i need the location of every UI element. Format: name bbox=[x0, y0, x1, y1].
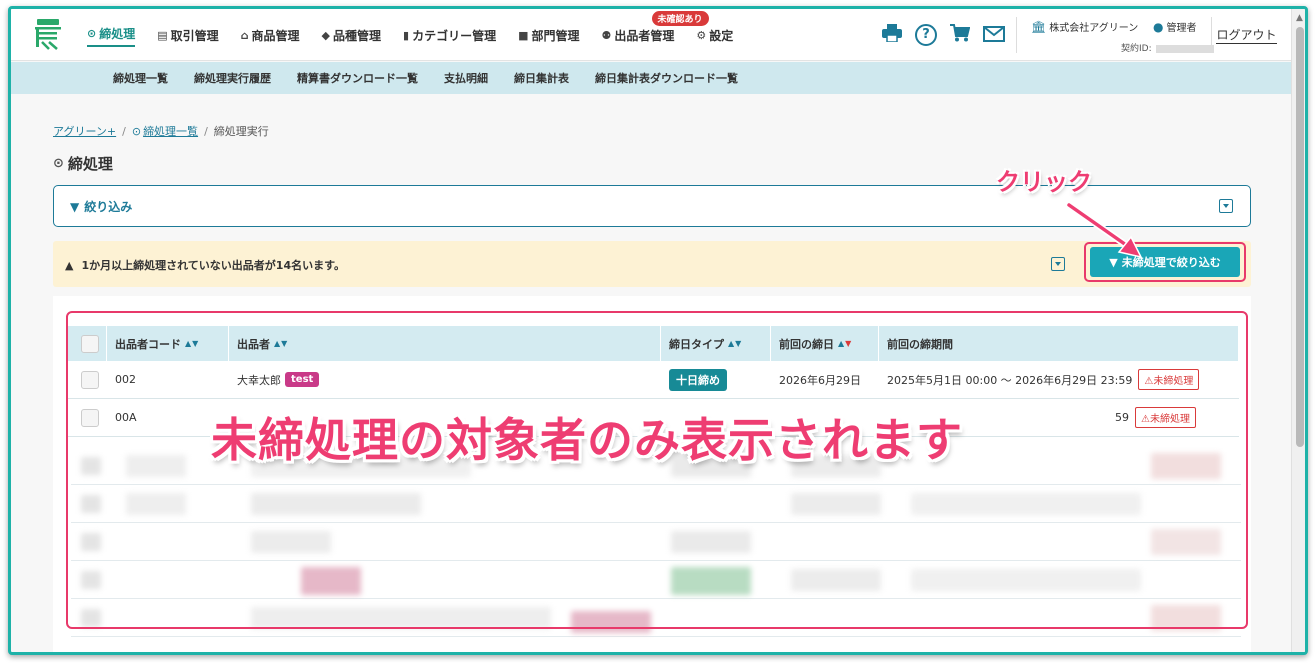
subnav-payment-details[interactable]: 支払明細 bbox=[444, 70, 488, 86]
main-annotation: 未締処理の対象者のみ表示されます bbox=[211, 413, 963, 467]
alert-message: ▲ 1か月以上締処理されていない出品者が14名います。 bbox=[65, 257, 345, 273]
page-title: ⊙ 締処理 bbox=[53, 153, 113, 174]
chevron-down-icon[interactable] bbox=[1219, 199, 1233, 213]
print-icon[interactable] bbox=[881, 23, 903, 47]
nav-varieties[interactable]: ◆ 品種管理 bbox=[322, 23, 381, 47]
building-icon: 🏛 bbox=[1031, 19, 1047, 34]
breadcrumb-list[interactable]: 締処理一覧 bbox=[143, 123, 198, 139]
page-scrollbar[interactable]: ▲ bbox=[1291, 9, 1305, 652]
nav-label: 設定 bbox=[709, 28, 734, 43]
breadcrumb-separator: / bbox=[122, 124, 126, 138]
subnav-summary-downloads[interactable]: 締日集計表ダウンロード一覧 bbox=[595, 70, 738, 86]
app-window: ⊙ 締処理 ▤ 取引管理 ⌂ 商品管理 ◆ 品種管理 ▮ カテゴリー管理 ■ 部… bbox=[8, 6, 1308, 655]
table-highlight bbox=[66, 311, 1248, 629]
header-icons: ? bbox=[881, 23, 1017, 47]
page-title-text: 締処理 bbox=[67, 155, 113, 173]
ledger-icon: ▤ bbox=[157, 28, 168, 42]
company-label: 株式会社アグリーン bbox=[1049, 23, 1139, 34]
nav-closing[interactable]: ⊙ 締処理 bbox=[87, 23, 136, 47]
scroll-thumb[interactable] bbox=[1296, 27, 1304, 447]
subnav-statement-downloads[interactable]: 精算書ダウンロード一覧 bbox=[297, 70, 418, 86]
nav-transactions[interactable]: ▤ 取引管理 bbox=[157, 23, 218, 47]
check-circle-icon: ⊙ bbox=[53, 156, 64, 171]
user-label: 管理者 bbox=[1166, 23, 1197, 34]
nav-label: 品種管理 bbox=[333, 28, 382, 43]
breadcrumb-separator: / bbox=[204, 124, 208, 138]
contract-label: 契約ID: bbox=[1121, 44, 1152, 54]
logout-button[interactable]: ログアウト bbox=[1211, 17, 1281, 53]
check-circle-icon: ⊙ bbox=[131, 124, 142, 138]
app-logo[interactable] bbox=[33, 18, 63, 50]
scroll-up-icon[interactable]: ▲ bbox=[1296, 13, 1303, 23]
gear-icon: ⚙ bbox=[696, 28, 707, 42]
user-icon: ● bbox=[1153, 19, 1164, 34]
warning-icon: ▲ bbox=[65, 258, 74, 272]
breadcrumb: アグリーン+ / ⊙ 締処理一覧 / 締処理実行 bbox=[53, 123, 269, 139]
users-icon: ⚉ bbox=[601, 28, 612, 42]
tag-icon: ◆ bbox=[321, 28, 331, 42]
subnav-closing-summary[interactable]: 締日集計表 bbox=[514, 70, 569, 86]
alert-text: 1か月以上締処理されていない出品者が14名います。 bbox=[81, 259, 345, 272]
filter-toggle[interactable]: ▼ 絞り込み bbox=[70, 198, 132, 215]
logout-label: ログアウト bbox=[1216, 28, 1277, 44]
check-circle-icon: ⊙ bbox=[87, 26, 97, 40]
click-annotation: クリック bbox=[996, 168, 1092, 196]
top-header: ⊙ 締処理 ▤ 取引管理 ⌂ 商品管理 ◆ 品種管理 ▮ カテゴリー管理 ■ 部… bbox=[11, 9, 1291, 61]
company-name: 🏛 株式会社アグリーン bbox=[1031, 19, 1139, 35]
sub-nav: 締処理一覧 締処理実行履歴 精算書ダウンロード一覧 支払明細 締日集計表 締日集… bbox=[11, 62, 1291, 94]
nav-label: 締処理 bbox=[99, 26, 136, 41]
nav-departments[interactable]: ■ 部門管理 bbox=[518, 23, 579, 47]
bookmark-icon: ▮ bbox=[403, 28, 410, 42]
user-name: ● 管理者 bbox=[1153, 19, 1197, 35]
breadcrumb-root[interactable]: アグリーン+ bbox=[53, 123, 116, 139]
header-divider bbox=[1016, 17, 1017, 53]
nav-label: 取引管理 bbox=[170, 28, 219, 43]
nav-label: 商品管理 bbox=[251, 28, 300, 43]
subnav-closing-list[interactable]: 締処理一覧 bbox=[113, 70, 168, 86]
main-nav: ⊙ 締処理 ▤ 取引管理 ⌂ 商品管理 ◆ 品種管理 ▮ カテゴリー管理 ■ 部… bbox=[87, 9, 755, 61]
basket-icon: ⌂ bbox=[240, 28, 249, 42]
contract-id: 契約ID: bbox=[1121, 41, 1214, 54]
nav-label: 部門管理 bbox=[531, 28, 580, 43]
nav-categories[interactable]: ▮ カテゴリー管理 bbox=[403, 23, 496, 47]
subnav-closing-history[interactable]: 締処理実行履歴 bbox=[194, 70, 271, 86]
mail-icon[interactable] bbox=[983, 23, 1005, 47]
contract-id-mask bbox=[1155, 44, 1214, 53]
nav-settings[interactable]: ⚙ 設定 bbox=[696, 23, 733, 47]
filter-label: 絞り込み bbox=[84, 200, 133, 214]
arrow-annotation bbox=[1065, 201, 1143, 259]
nav-products[interactable]: ⌂ 商品管理 bbox=[241, 23, 300, 47]
folder-icon: ■ bbox=[518, 28, 529, 42]
nav-label: 出品者管理 bbox=[614, 28, 675, 43]
filter-icon: ▼ bbox=[70, 199, 80, 214]
breadcrumb-current: 締処理実行 bbox=[213, 125, 269, 138]
cart-icon[interactable] bbox=[949, 23, 971, 47]
nav-label: カテゴリー管理 bbox=[412, 28, 497, 43]
nav-sellers[interactable]: 未確認あり ⚉ 出品者管理 bbox=[601, 11, 709, 47]
help-icon[interactable]: ? bbox=[915, 24, 937, 46]
